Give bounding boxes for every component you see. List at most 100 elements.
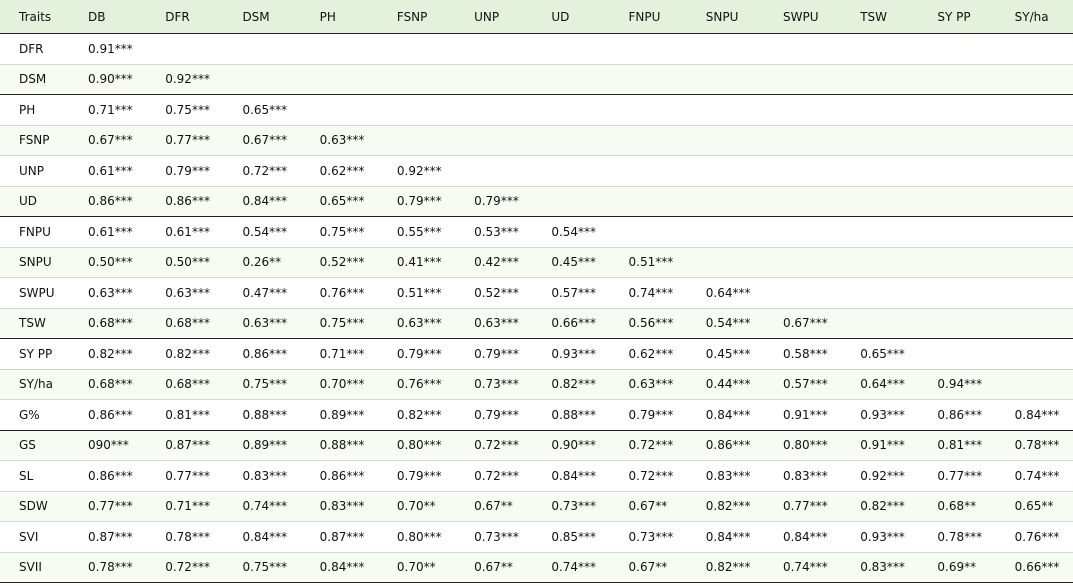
table-cell: 0.78*** — [995, 430, 1073, 461]
table-cell: 0.75*** — [223, 369, 301, 400]
table-cell: 0.63*** — [377, 308, 456, 339]
table-cell: 0.65*** — [841, 338, 919, 370]
table-cell — [918, 247, 996, 278]
table-cell — [918, 125, 996, 156]
table-cell: 0.66*** — [995, 552, 1073, 583]
table-cell: 0.74*** — [223, 491, 301, 522]
table-cell: 0.84*** — [223, 521, 301, 553]
table-cell — [455, 94, 533, 126]
table-cell — [841, 247, 919, 278]
table-cell — [609, 64, 687, 95]
table-cell: 0.26** — [223, 247, 301, 278]
table-cell — [146, 33, 224, 65]
table-cell: 0.74*** — [763, 552, 842, 583]
table-cell — [609, 94, 687, 126]
table-cell — [686, 64, 764, 95]
table-cell: 0.67*** — [69, 125, 147, 156]
table-cell: 0.62*** — [609, 338, 687, 370]
table-cell — [918, 277, 996, 309]
table-cell: 0.64*** — [841, 369, 919, 400]
table-cell — [300, 64, 378, 95]
correlation-table-container: Traits DB DFR DSM PH FSNP UNP UD FNPU SNPU SWPU TSW… — [0, 0, 1073, 586]
column-header: DFR — [146, 0, 224, 34]
table-cell — [763, 64, 842, 95]
column-header: FNPU — [609, 0, 687, 34]
table-row: SY PP 0.82*** 0.82*** 0.86*** 0.71*** 0.79***… — [0, 338, 1073, 370]
row-label: SNPU — [0, 247, 69, 278]
table-cell: 0.52*** — [300, 247, 378, 278]
table-cell: 0.86*** — [69, 460, 147, 492]
table-cell: 0.45*** — [686, 338, 764, 370]
table-cell — [686, 155, 764, 187]
column-header: FSNP — [377, 0, 456, 34]
table-row: SVII 0.78*** 0.72*** 0.75*** 0.84*** 0.70** 0.… — [0, 552, 1073, 583]
table-cell: 0.72*** — [455, 460, 533, 492]
column-header: SNPU — [686, 0, 764, 34]
table-cell: 0.75*** — [223, 552, 301, 583]
table-cell: 0.67** — [455, 491, 533, 522]
table-cell: 0.93*** — [841, 521, 919, 553]
table-cell: 0.63*** — [223, 308, 301, 339]
table-cell: 0.69** — [918, 552, 996, 583]
correlation-table: Traits DB DFR DSM PH FSNP UNP UD FNPU SNPU SWPU TSW… — [0, 0, 1073, 583]
table-cell — [918, 338, 996, 370]
table-cell: 0.86*** — [686, 430, 764, 461]
table-row: SVI 0.87*** 0.78*** 0.84*** 0.87*** 0.80*** 0.… — [0, 521, 1073, 553]
table-cell: 0.70** — [377, 552, 456, 583]
table-cell: 0.67*** — [223, 125, 301, 156]
table-cell: 0.68*** — [69, 369, 147, 400]
table-cell — [686, 216, 764, 248]
table-cell: 0.85*** — [532, 521, 610, 553]
table-row: UNP 0.61*** 0.79*** 0.72*** 0.62*** 0.92*** — [0, 155, 1073, 187]
table-cell — [532, 186, 610, 217]
table-cell: 0.84*** — [686, 399, 764, 431]
table-cell: 0.54*** — [532, 216, 610, 248]
table-row: FSNP 0.67*** 0.77*** 0.67*** 0.63*** — [0, 125, 1073, 156]
table-cell: 0.77*** — [146, 460, 224, 492]
table-cell: 0.93*** — [532, 338, 610, 370]
table-row: SDW 0.77*** 0.71*** 0.74*** 0.83*** 0.70** 0.6… — [0, 491, 1073, 522]
table-cell — [532, 64, 610, 95]
table-cell: 0.91*** — [69, 33, 147, 65]
table-cell: 0.84*** — [686, 521, 764, 553]
table-cell: 0.84*** — [300, 552, 378, 583]
table-cell: 0.68*** — [146, 369, 224, 400]
table-cell: 0.82*** — [69, 338, 147, 370]
row-label: GS — [0, 430, 69, 461]
table-cell: 0.73*** — [532, 491, 610, 522]
table-cell: 0.79*** — [455, 338, 533, 370]
table-cell: 0.82*** — [686, 491, 764, 522]
table-cell — [918, 186, 996, 217]
row-label: SDW — [0, 491, 69, 522]
table-cell: 0.68*** — [69, 308, 147, 339]
table-cell — [995, 33, 1073, 65]
table-cell: 0.54*** — [223, 216, 301, 248]
table-cell: 0.91*** — [763, 399, 842, 431]
table-cell: 0.84*** — [532, 460, 610, 492]
table-cell: 0.58*** — [763, 338, 842, 370]
row-label: UD — [0, 186, 69, 217]
table-cell — [763, 216, 842, 248]
table-cell: 0.47*** — [223, 277, 301, 309]
row-label: G% — [0, 399, 69, 431]
row-label: FSNP — [0, 125, 69, 156]
table-row: UD 0.86*** 0.86*** 0.84*** 0.65*** 0.79*** 0.7… — [0, 186, 1073, 217]
table-cell: 0.81*** — [918, 430, 996, 461]
table-cell: 0.78*** — [918, 521, 996, 553]
column-header: DSM — [223, 0, 301, 34]
table-cell: 0.82*** — [146, 338, 224, 370]
table-cell — [609, 125, 687, 156]
table-cell: 0.79*** — [455, 399, 533, 431]
table-cell: 0.67** — [609, 491, 687, 522]
table-cell: 0.88*** — [300, 430, 378, 461]
column-header: SY/ha — [995, 0, 1073, 34]
table-cell: 0.53*** — [455, 216, 533, 248]
column-header: UNP — [455, 0, 533, 34]
table-cell: 0.90*** — [69, 64, 147, 95]
table-cell: 0.70*** — [300, 369, 378, 400]
table-cell — [609, 155, 687, 187]
table-cell: 0.92*** — [377, 155, 456, 187]
table-cell — [763, 94, 842, 126]
table-cell: 0.79*** — [455, 186, 533, 217]
table-cell: 0.52*** — [455, 277, 533, 309]
